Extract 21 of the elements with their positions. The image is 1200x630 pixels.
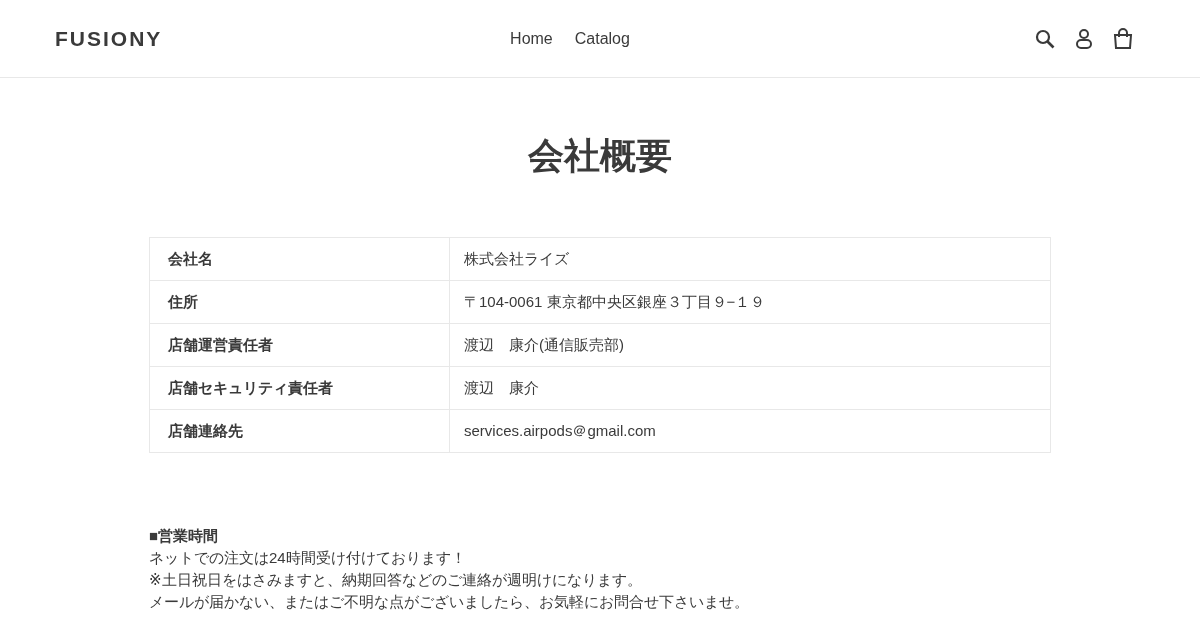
table-cell: 〒104-0061 東京都中央区銀座３丁目９−１９ (449, 280, 1051, 324)
shopping-bag-icon[interactable] (1113, 27, 1133, 50)
body-text: ※土日祝日をはさみますと、納期回答などのご連絡が週明けになります。 (149, 570, 643, 590)
table-cell: 会社名 (149, 237, 450, 281)
table-cell: 店舗連絡先 (149, 409, 450, 453)
nav-link[interactable]: Home (510, 29, 553, 48)
section-heading: ■営業時間 (149, 526, 220, 546)
search-icon[interactable] (1035, 28, 1055, 49)
table-cell: 店舗セキュリティ責任者 (149, 366, 450, 410)
body-text: ネットでの注文は24時間受け付けております！ (149, 548, 467, 568)
user-icon[interactable] (1075, 27, 1093, 50)
table-cell: 店舗運営責任者 (149, 323, 450, 367)
nav-link[interactable]: Catalog (574, 29, 630, 48)
table-cell: 渡辺 康介(通信販売部) (449, 323, 1051, 367)
table-cell: 住所 (149, 280, 450, 324)
table-cell: 株式会社ライズ (449, 237, 1051, 281)
table-cell: services.airpods＠gmail.com (449, 409, 1051, 453)
body-text: メールが届かない、またはご不明な点がございましたら、お気軽にお問合せ下さいませ。 (149, 592, 750, 612)
table-cell: 渡辺 康介 (449, 366, 1051, 410)
page-title: 会社概要 (527, 134, 673, 178)
site-logo[interactable]: FUSIONY (55, 26, 355, 51)
